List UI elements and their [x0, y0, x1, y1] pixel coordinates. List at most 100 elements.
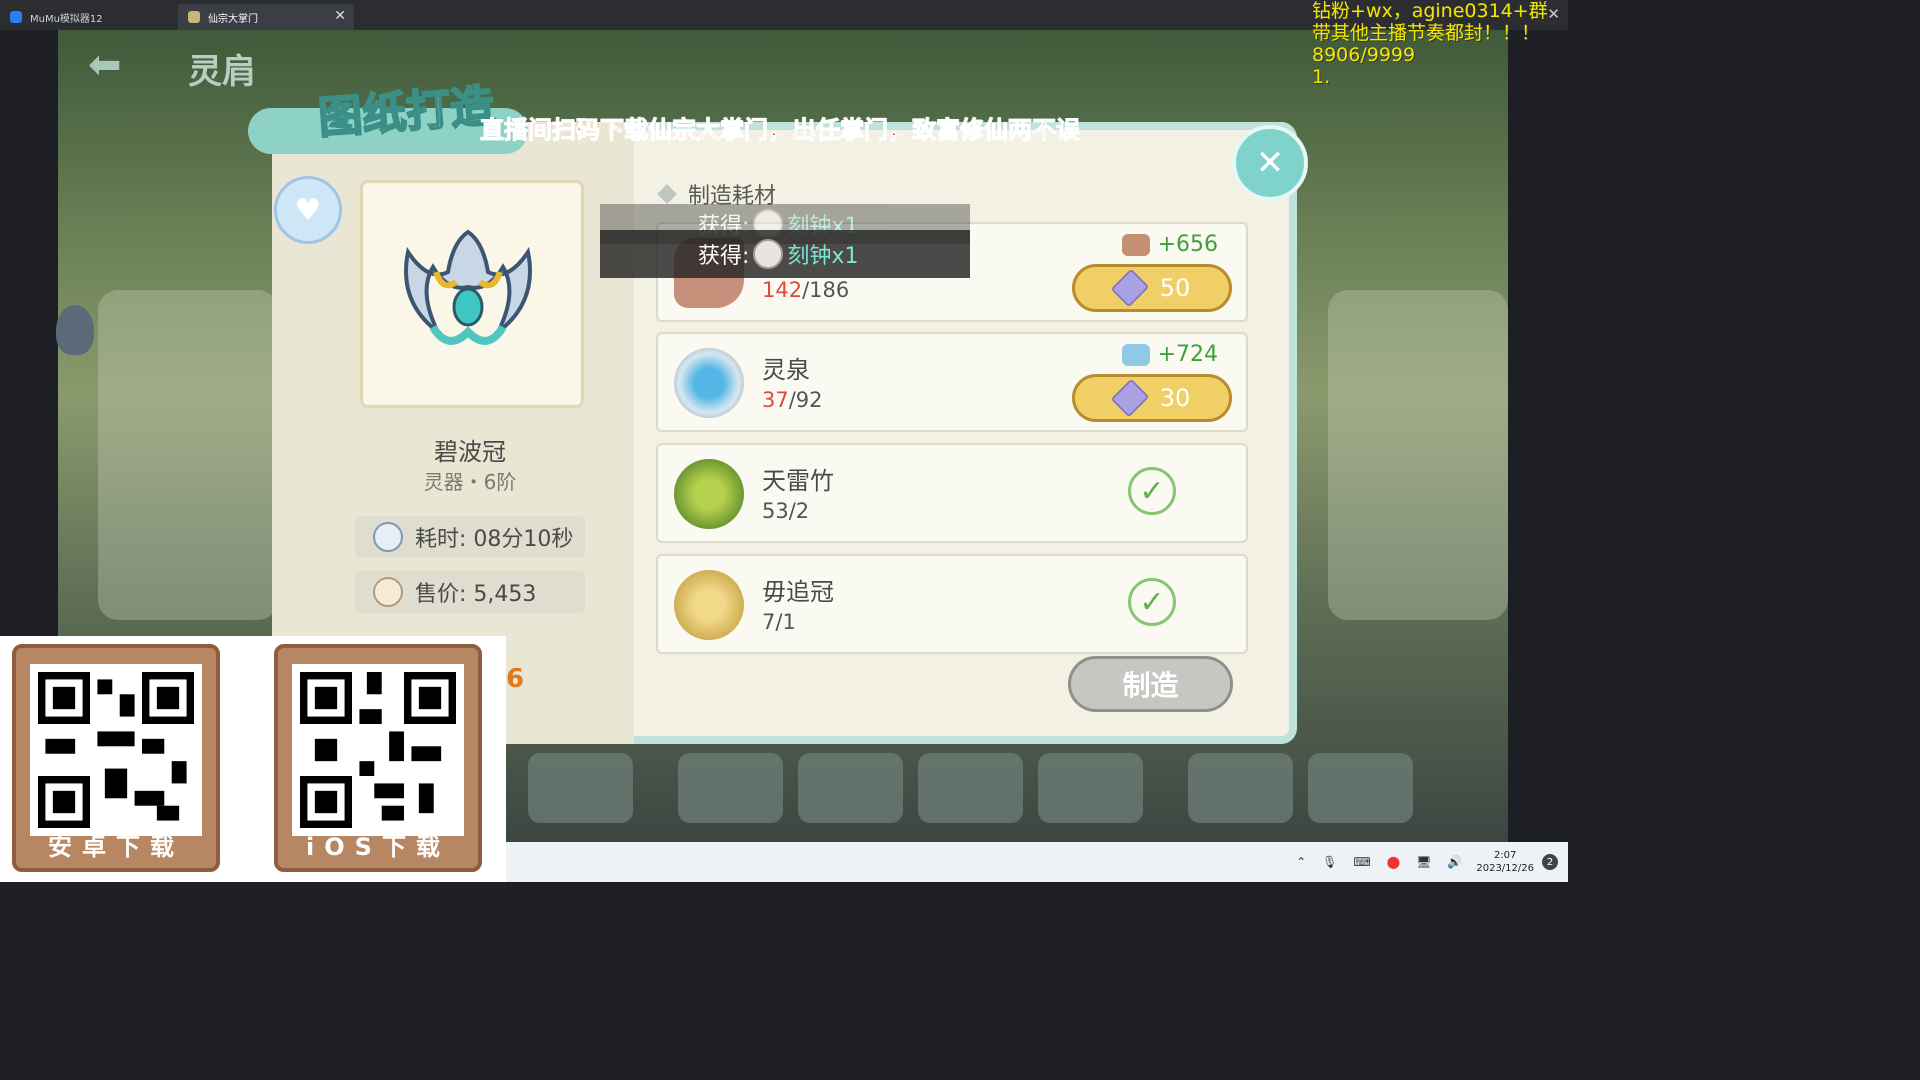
material-count: 142/186	[762, 278, 849, 302]
toast-item: 刻钟x1	[787, 244, 859, 269]
bamboo-icon[interactable]	[674, 459, 744, 529]
checkmark-icon: ✓	[1128, 578, 1176, 626]
material-have: 142	[762, 278, 803, 302]
material-need: /1	[775, 610, 796, 634]
slot[interactable]	[918, 753, 1023, 823]
android-download-label: 安卓下载	[48, 833, 184, 861]
money-bag-icon	[373, 577, 403, 607]
microphone-icon[interactable]: 🎙	[1322, 855, 1337, 869]
slot[interactable]	[1188, 753, 1293, 823]
ios-qr-card[interactable]: iOS下载	[274, 644, 482, 872]
notification-badge[interactable]: 2	[1542, 854, 1558, 870]
material-count: 53/2	[762, 499, 809, 523]
favorite-heart-button[interactable]: ♥	[274, 176, 342, 244]
network-icon[interactable]: 🖥	[1416, 855, 1431, 869]
hide-small-icon	[1121, 233, 1150, 256]
material-have: 37	[762, 388, 789, 412]
material-row: 天雷竹 53/2 ✓	[656, 443, 1248, 543]
sell-price-text: 售价: 5,453	[415, 582, 537, 607]
slot[interactable]	[528, 753, 633, 823]
mascot-icon[interactable]	[56, 305, 94, 355]
clock-time: 2:07	[1493, 850, 1517, 861]
buy-material-button[interactable]: 30	[1072, 374, 1232, 422]
overlay-line: 1.	[1312, 66, 1331, 88]
buy-material-button[interactable]: 50	[1072, 264, 1232, 312]
reward-toast: 获得: 刻钟x1	[600, 230, 970, 278]
tab-label: MuMu模拟器12	[30, 13, 103, 25]
stream-overlay-text: 钻粉+wx，agine0314+群 带其他主播节奏都封！！！ 8906/9999…	[1312, 0, 1548, 88]
material-bonus: +656	[1121, 232, 1218, 257]
qr-code-icon	[38, 672, 194, 828]
qr-download-panel: 安卓下载 iOS下载	[0, 636, 506, 882]
clock-date: 2023/12/26	[1476, 863, 1534, 874]
gem-icon	[1110, 268, 1149, 308]
stream-banner: 直播间扫码下载仙宗大掌门，出任掌门，致富修仙两不误	[480, 116, 1081, 145]
clock-icon	[373, 522, 403, 552]
os-taskbar: ⌃ 🎙 ⌨ ⬤ 🖥 🔊 2:07 2023/12/26 2	[506, 842, 1568, 882]
craft-time-text: 耗时: 08分10秒	[415, 527, 574, 552]
overlay-line: 带其他主播节奏都封！！！	[1312, 22, 1541, 44]
tab-label: 仙宗大掌门	[208, 13, 258, 25]
level-number: 6	[506, 664, 525, 694]
close-icon: ✕	[1255, 143, 1285, 183]
clock[interactable]: 2:07 2023/12/26	[1476, 849, 1534, 875]
tab-game[interactable]: 仙宗大掌门 ✕	[178, 4, 354, 30]
toast-prefix: 获得:	[698, 244, 750, 269]
slot[interactable]	[678, 753, 783, 823]
overlay-line: 8906/9999	[1312, 44, 1416, 66]
android-qr-card[interactable]: 安卓下载	[12, 644, 220, 872]
spring-water-icon[interactable]	[674, 348, 744, 418]
heart-icon: ♥	[294, 192, 322, 228]
system-tray: ⌃ 🎙 ⌨ ⬤ 🖥 🔊 2:07 2023/12/26 2	[1288, 842, 1558, 882]
material-have: 53	[762, 499, 789, 523]
diamond-icon	[657, 184, 677, 204]
material-row: 毋追冠 7/1 ✓	[656, 554, 1248, 654]
app-tray-icon[interactable]: ⬤	[1387, 855, 1400, 869]
qr-code	[292, 664, 464, 836]
back-arrow-icon[interactable]: ⬅	[88, 42, 122, 88]
bonus-value: +724	[1157, 342, 1218, 367]
crown-material-icon[interactable]	[674, 570, 744, 640]
chevron-up-icon[interactable]: ⌃	[1296, 855, 1306, 869]
item-name: 碧波冠	[434, 438, 506, 466]
material-count: 7/1	[762, 610, 796, 634]
slot[interactable]	[1038, 753, 1143, 823]
overlay-line: 钻粉+wx，agine0314+群	[1312, 0, 1548, 22]
gem-icon	[1110, 378, 1149, 418]
material-need: /2	[788, 499, 810, 523]
background-card	[98, 290, 278, 620]
bell-icon	[753, 239, 784, 269]
crown-icon	[404, 229, 532, 345]
material-name: 灵泉	[762, 356, 810, 384]
material-row: 灵泉 37/92 +724 30	[656, 332, 1248, 432]
close-tab-icon[interactable]: ✕	[334, 8, 346, 24]
material-bonus: +724	[1121, 342, 1218, 367]
material-count: 37/92	[762, 388, 823, 412]
sell-price-pill: 售价: 5,453	[355, 571, 585, 613]
window-close-icon[interactable]: ✕	[1547, 5, 1560, 23]
tab-mumu[interactable]: MuMu模拟器12	[0, 4, 176, 30]
qr-code	[30, 664, 202, 836]
slot[interactable]	[1308, 753, 1413, 823]
game-icon	[188, 11, 200, 23]
background-card	[1328, 290, 1508, 620]
bonus-value: +656	[1157, 232, 1218, 257]
craft-button[interactable]: 制造	[1068, 656, 1233, 712]
spring-small-icon	[1121, 343, 1150, 366]
bottom-slot-strip	[488, 745, 1488, 835]
item-rank: 灵器・6阶	[423, 470, 517, 494]
input-method-icon[interactable]: ⌨	[1353, 855, 1370, 869]
material-need: /92	[788, 388, 823, 412]
buy-cost: 30	[1159, 384, 1191, 412]
buy-cost: 50	[1159, 274, 1191, 302]
material-have: 7	[762, 610, 776, 634]
material-name: 毋追冠	[762, 578, 834, 606]
craft-time-pill: 耗时: 08分10秒	[355, 516, 585, 558]
ios-download-label: iOS下载	[306, 833, 450, 861]
checkmark-icon: ✓	[1128, 467, 1176, 515]
mumu-icon	[10, 11, 22, 23]
material-need: /186	[802, 278, 850, 302]
volume-icon[interactable]: 🔊	[1447, 855, 1462, 869]
dialog-close-button[interactable]: ✕	[1232, 125, 1308, 201]
slot[interactable]	[798, 753, 903, 823]
